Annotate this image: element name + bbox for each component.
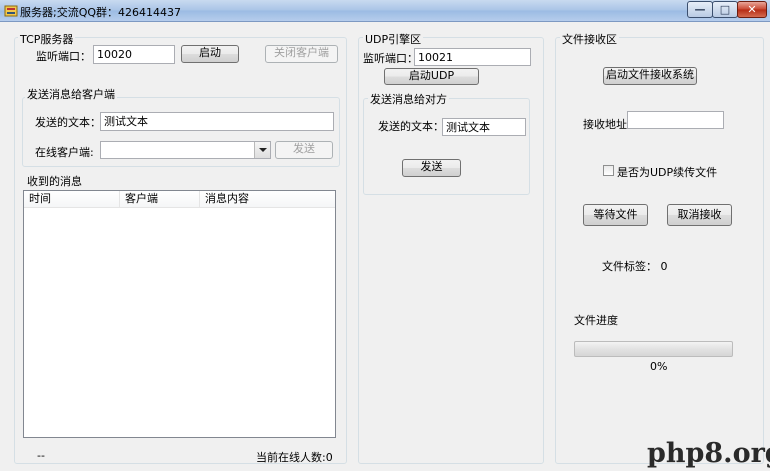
column-header-client[interactable]: 客户端 xyxy=(120,191,200,208)
file-progress-bar xyxy=(574,341,733,357)
send-to-peer-group xyxy=(363,98,530,195)
udp-listen-port-input[interactable]: 10021 xyxy=(414,48,531,66)
tcp-server-group-title: TCP服务器 xyxy=(18,31,76,47)
tcp-listen-port-input[interactable]: 10020 xyxy=(93,45,175,64)
tcp-send-text-label: 发送的文本： xyxy=(35,116,101,129)
send-to-peer-group-title: 发送消息给对方 xyxy=(368,91,449,107)
udp-engine-group-title: UDP引擎区 xyxy=(363,31,424,47)
recv-addr-input[interactable] xyxy=(627,111,724,129)
udp-resume-checkbox[interactable] xyxy=(603,165,614,176)
file-receive-group-title: 文件接收区 xyxy=(560,31,619,47)
send-to-client-group-title: 发送消息给客户端 xyxy=(25,86,117,102)
udp-start-button[interactable]: 启动UDP xyxy=(384,68,479,85)
online-client-select[interactable] xyxy=(100,141,271,159)
udp-listen-port-label: 监听端口： xyxy=(363,52,418,65)
file-progress-text: 0% xyxy=(650,360,668,373)
tcp-send-text-input[interactable]: 测试文本 xyxy=(100,112,334,131)
udp-send-text-label: 发送的文本： xyxy=(378,120,444,133)
file-receive-group xyxy=(555,37,764,464)
udp-resume-label: 是否为UDP续传文件 xyxy=(617,166,718,179)
file-tag-text: 文件标签： 0 xyxy=(602,260,668,273)
dropdown-arrow[interactable] xyxy=(254,142,270,158)
udp-send-button[interactable]: 发送 xyxy=(402,159,461,177)
column-header-message[interactable]: 消息内容 xyxy=(200,191,335,208)
received-messages-list[interactable]: 时间 客户端 消息内容 xyxy=(23,190,336,438)
column-header-time[interactable]: 时间 xyxy=(24,191,120,208)
udp-send-text-input[interactable]: 测试文本 xyxy=(442,118,526,136)
title-bar[interactable]: 服务器;交流QQ群：426414437 — □ ✕ xyxy=(0,0,770,22)
maximize-button[interactable]: □ xyxy=(712,1,738,18)
tcp-listen-port-label: 监听端口： xyxy=(36,50,91,63)
recv-addr-label: 接收地址 xyxy=(583,118,627,131)
online-client-label: 在线客户端: xyxy=(35,146,94,159)
online-count-text: 当前在线人数:0 xyxy=(256,451,333,464)
window-title: 服务器;交流QQ群：426414437 xyxy=(20,6,182,19)
chevron-down-icon xyxy=(259,148,267,152)
status-left-text: -- xyxy=(37,449,45,462)
app-icon xyxy=(4,5,18,17)
list-header: 时间 客户端 消息内容 xyxy=(24,191,335,208)
start-file-receive-button[interactable]: 启动文件接收系统 xyxy=(603,67,697,85)
tcp-send-button[interactable]: 发送 xyxy=(275,141,333,159)
cancel-receive-button[interactable]: 取消接收 xyxy=(667,204,732,226)
watermark-logo: php8.org xyxy=(647,438,770,469)
minimize-button[interactable]: — xyxy=(687,1,713,18)
wait-file-button[interactable]: 等待文件 xyxy=(583,204,648,226)
close-client-button[interactable]: 关闭客户端 xyxy=(265,45,338,63)
tcp-start-button[interactable]: 启动 xyxy=(181,45,239,63)
file-progress-label: 文件进度 xyxy=(574,314,618,327)
close-button[interactable]: ✕ xyxy=(737,1,767,18)
received-messages-title: 收到的消息 xyxy=(25,173,84,189)
